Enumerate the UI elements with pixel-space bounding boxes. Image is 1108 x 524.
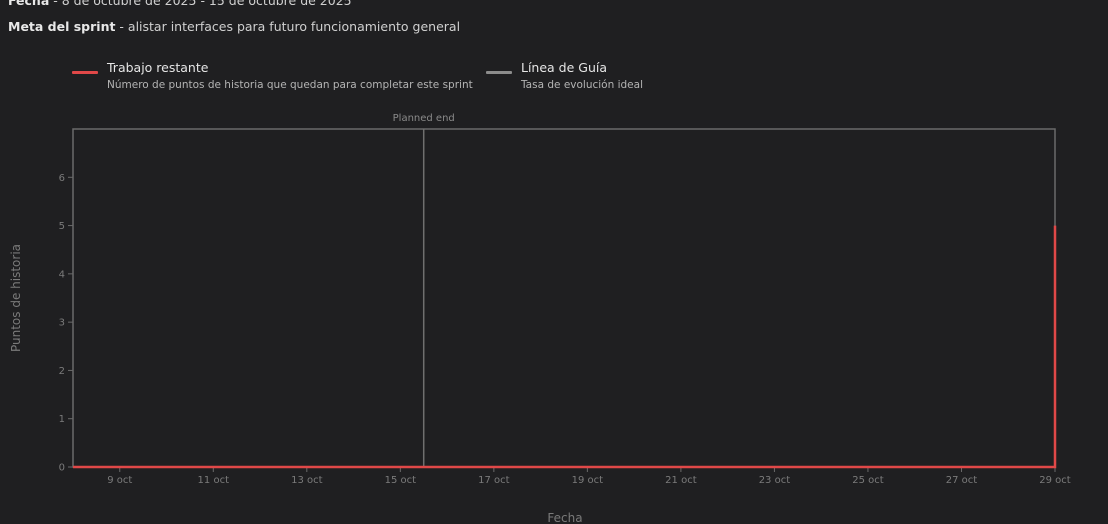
planned-end-label: Planned end [393, 113, 455, 124]
y-tick-label: 4 [59, 269, 65, 280]
x-tick-label: 21 oct [665, 475, 697, 486]
y-tick-label: 3 [59, 318, 65, 329]
y-tick-label: 2 [59, 366, 65, 377]
x-tick-label: 19 oct [572, 475, 604, 486]
burndown-chart: 0 1 2 3 4 5 6 9 oct 11 oct 13 oct 15 oct 17 oct 19 o… [9, 113, 1071, 524]
y-tick-label: 5 [59, 221, 65, 232]
x-tick-label: 11 oct [198, 475, 230, 486]
burndown-page: Fecha - 8 de octubre de 2025 - 15 de oct… [0, 0, 1108, 524]
y-tick-label: 0 [59, 463, 65, 474]
series-line-remaining-work [73, 225, 1057, 469]
x-axis-title: Fecha [547, 511, 582, 524]
x-tick-label: 25 oct [852, 475, 884, 486]
y-tick-label: 6 [59, 173, 65, 184]
x-tick-label: 27 oct [946, 475, 978, 486]
x-tick-label: 23 oct [759, 475, 791, 486]
plot-frame [72, 128, 1056, 468]
y-axis-title: Puntos de historia [9, 244, 23, 352]
x-tick-label: 13 oct [291, 475, 323, 486]
x-tick-label: 29 oct [1039, 475, 1071, 486]
x-tick-label: 17 oct [478, 475, 510, 486]
x-tick-label: 15 oct [385, 475, 417, 486]
x-tick-label: 9 oct [107, 475, 132, 486]
y-tick-label: 1 [59, 414, 65, 425]
